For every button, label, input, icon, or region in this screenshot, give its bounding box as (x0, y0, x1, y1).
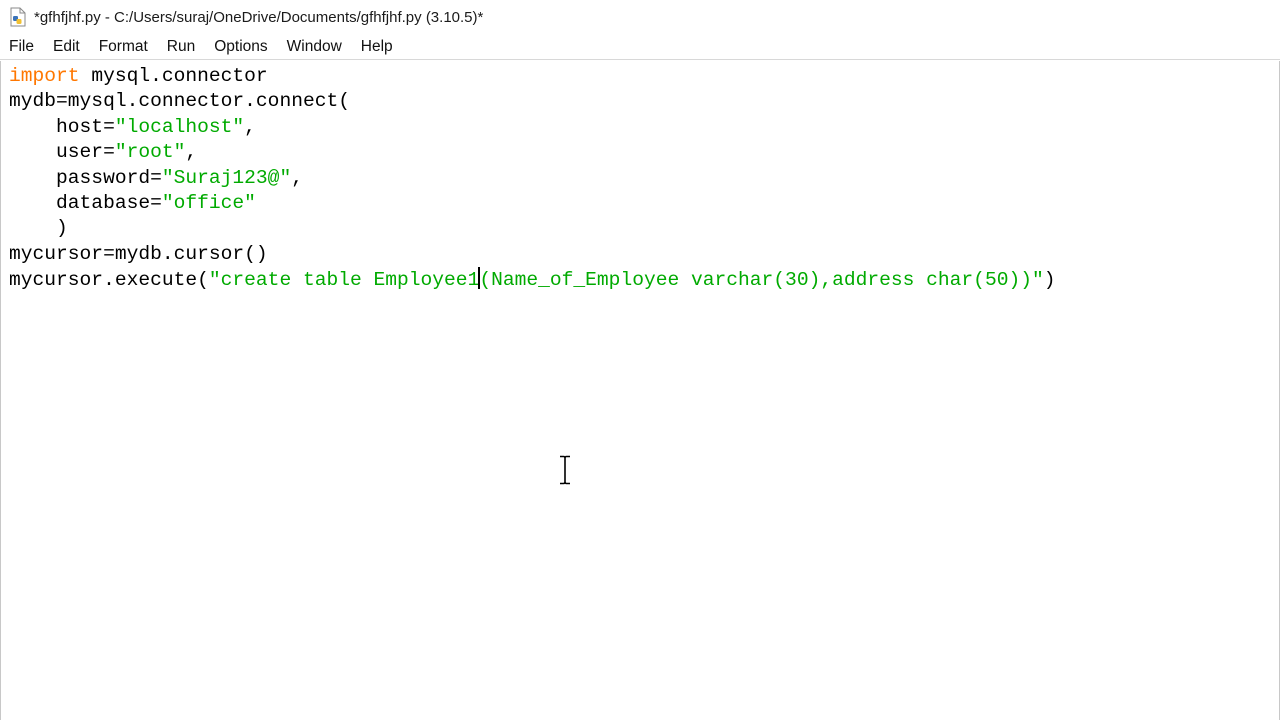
code-token: mysql.connector (79, 65, 268, 87)
menu-format[interactable]: Format (89, 34, 157, 60)
string-token: "office" (161, 191, 256, 214)
code-token: password= (9, 166, 162, 189)
string-token: "root" (114, 141, 186, 164)
code-line: database="office" (9, 191, 1056, 216)
python-file-icon (8, 7, 28, 27)
code-line: mycursor.execute("create table Employee1… (9, 267, 1056, 292)
code-editor[interactable]: import mysql.connector mydb=mysql.connect… (0, 61, 1280, 720)
code-token: mydb=mysql.connector.connect( (9, 90, 350, 113)
text-ibeam-cursor-icon (560, 455, 570, 485)
idle-editor-window: *gfhfjhf.py - C:/Users/suraj/OneDrive/Do… (0, 0, 1280, 720)
menu-run[interactable]: Run (157, 34, 204, 60)
menu-options[interactable]: Options (204, 34, 276, 60)
menu-bar: File Edit Format Run Options Window Help (0, 34, 1280, 60)
menu-window[interactable]: Window (277, 34, 351, 60)
code-text-area[interactable]: import mysql.connector mydb=mysql.connect… (9, 64, 1056, 293)
code-line: host="localhost", (9, 115, 1056, 140)
code-line: ) (9, 216, 1056, 241)
code-line: user="root", (9, 140, 1056, 165)
string-token: (Name_of_Employee varchar(30),address ch… (479, 269, 1044, 292)
code-token: mycursor=mydb.cursor() (9, 242, 268, 265)
menu-help[interactable]: Help (351, 34, 402, 60)
code-line: mycursor=mydb.cursor() (9, 242, 1056, 267)
string-token: "localhost" (114, 115, 245, 138)
menu-file[interactable]: File (0, 34, 43, 60)
code-token: host= (9, 115, 115, 138)
code-token: database= (9, 191, 162, 214)
code-line: import mysql.connector (9, 64, 1056, 89)
title-bar[interactable]: *gfhfjhf.py - C:/Users/suraj/OneDrive/Do… (0, 0, 1280, 34)
code-token: mycursor.execute( (9, 269, 209, 292)
code-token: , (185, 141, 198, 164)
code-token: , (244, 115, 256, 138)
string-token: "create table Employee1 (208, 269, 480, 292)
code-token: user= (9, 141, 115, 164)
window-title: *gfhfjhf.py - C:/Users/suraj/OneDrive/Do… (34, 8, 484, 26)
string-token: "Suraj123@" (161, 166, 292, 189)
menu-edit[interactable]: Edit (43, 34, 89, 60)
code-line: password="Suraj123@", (9, 166, 1056, 191)
code-line: mydb=mysql.connector.connect( (9, 89, 1056, 114)
keyword-token: import (9, 65, 80, 87)
code-token: , (291, 166, 303, 189)
code-token: ) (1043, 269, 1056, 292)
code-token: ) (9, 217, 68, 240)
